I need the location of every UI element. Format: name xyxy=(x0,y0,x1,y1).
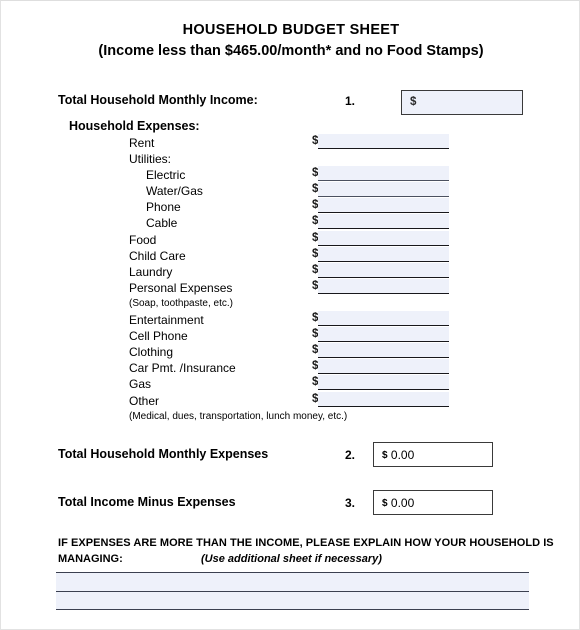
expense-label: Utilities: xyxy=(129,152,172,167)
expense-amount-input-line[interactable] xyxy=(318,214,449,230)
expense-amount-field[interactable]: $ xyxy=(312,198,449,214)
expense-row: Car Pmt. /Insurance $ xyxy=(1,359,580,376)
expense-rows-list: Rent $ Utilities: Electric $ Water/Gas $ Phone $… xyxy=(1,134,580,425)
expense-row: Entertainment $ xyxy=(1,311,580,328)
expense-amount-field[interactable]: $ xyxy=(312,311,449,327)
total-expenses-field[interactable]: $ 0.00 xyxy=(373,442,493,467)
expense-amount-input-line[interactable] xyxy=(318,391,449,407)
page-subtitle: (Income less than $465.00/month* and no … xyxy=(98,43,484,59)
expense-amount-input-line[interactable] xyxy=(318,134,449,149)
expense-label: Water/Gas xyxy=(146,184,203,199)
household-expenses-heading: Household Expenses: xyxy=(69,119,200,133)
expense-row: Electric $ xyxy=(1,166,580,183)
page-title: HOUSEHOLD BUDGET SHEET xyxy=(182,22,400,38)
dollar-sign-icon: $ xyxy=(382,450,388,461)
explanation-write-line-2[interactable] xyxy=(56,591,529,610)
expense-label: Personal Expenses xyxy=(129,280,233,295)
expense-amount-input-line[interactable] xyxy=(318,311,449,327)
expense-amount-field[interactable]: $ xyxy=(312,134,449,150)
expense-amount-input-line[interactable] xyxy=(318,359,449,375)
expense-label: Gas xyxy=(129,377,152,392)
expense-amount-field[interactable]: $ xyxy=(312,214,449,230)
expense-amount-field[interactable]: $ xyxy=(312,278,449,295)
budget-sheet-page: HOUSEHOLD BUDGET SHEET (Income less than… xyxy=(0,0,580,630)
expense-amount-input-line[interactable] xyxy=(318,375,449,391)
total-income-minus-expenses-value: 0.00 xyxy=(390,496,415,510)
expense-label: Clothing xyxy=(129,345,174,360)
expense-note-label: (Soap, toothpaste, etc.) xyxy=(129,297,233,309)
total-expenses-label: Total Household Monthly Expenses xyxy=(58,447,269,461)
expense-label: Food xyxy=(129,232,157,247)
expense-note-row: (Soap, toothpaste, etc.) xyxy=(1,296,580,312)
expense-label: Entertainment xyxy=(129,313,204,328)
expense-amount-input-line[interactable] xyxy=(318,166,449,182)
expense-label: Cable xyxy=(146,216,178,231)
explanation-line-1: IF EXPENSES ARE MORE THAN THE INCOME, PL… xyxy=(58,537,554,549)
expense-row: Rent $ xyxy=(1,134,580,151)
expense-row: Food $ xyxy=(1,230,580,248)
expense-label: Car Pmt. /Insurance xyxy=(129,361,236,376)
total-income-minus-expenses-value-wrap: $ 0.00 xyxy=(382,496,414,510)
expense-amount-field[interactable]: $ xyxy=(312,246,449,263)
expense-amount-field[interactable]: $ xyxy=(312,327,449,343)
expense-label: Electric xyxy=(146,168,186,183)
expense-amount-field[interactable]: $ xyxy=(312,182,449,198)
total-income-marker: 1. xyxy=(345,94,356,108)
expense-amount-field[interactable]: $ xyxy=(312,262,449,279)
expense-note-label: (Medical, dues, transportation, lunch mo… xyxy=(129,410,348,422)
total-expenses-marker: 2. xyxy=(345,448,356,462)
expense-amount-input-line[interactable] xyxy=(318,278,449,294)
expense-amount-input-line[interactable] xyxy=(318,262,449,278)
total-income-minus-expenses-field[interactable]: $ 0.00 xyxy=(373,490,493,515)
total-income-minus-expenses-marker: 3. xyxy=(345,496,356,510)
expense-row: Child Care $ xyxy=(1,246,580,264)
total-income-field[interactable]: $ xyxy=(401,90,523,115)
dollar-sign-icon: $ xyxy=(410,96,417,108)
expense-row: Laundry $ xyxy=(1,262,580,280)
expense-amount-field[interactable]: $ xyxy=(312,343,449,359)
total-expenses-value: 0.00 xyxy=(390,448,415,462)
expense-note-row: (Medical, dues, transportation, lunch mo… xyxy=(1,409,580,425)
expense-label: Phone xyxy=(146,200,181,215)
expense-label: Child Care xyxy=(129,248,186,263)
explanation-write-line-1[interactable] xyxy=(56,572,529,591)
total-income-label: Total Household Monthly Income: xyxy=(58,93,258,107)
expense-amount-input-line[interactable] xyxy=(318,230,449,246)
explanation-line-2: MANAGING: xyxy=(58,553,123,565)
expense-row: Personal Expenses $ xyxy=(1,278,580,296)
expense-amount-input-line[interactable] xyxy=(318,246,449,262)
total-expenses-value-wrap: $ 0.00 xyxy=(382,448,414,462)
expense-amount-input-line[interactable] xyxy=(318,198,449,214)
expense-row: Other $ xyxy=(1,391,580,409)
expense-amount-input-line[interactable] xyxy=(318,327,449,343)
explanation-hint: (Use additional sheet if necessary) xyxy=(201,553,382,565)
expense-row: Gas $ xyxy=(1,375,580,392)
expense-row: Cable $ xyxy=(1,214,580,231)
expense-label: Other xyxy=(129,393,160,408)
expense-row: Clothing $ xyxy=(1,343,580,360)
expense-row: Cell Phone $ xyxy=(1,327,580,344)
total-income-minus-expenses-row: Total Income Minus Expenses 3. $ 0.00 xyxy=(1,490,580,516)
total-income-minus-expenses-label: Total Income Minus Expenses xyxy=(58,495,236,509)
expense-amount-field[interactable]: $ xyxy=(312,359,449,375)
expense-row: Utilities: xyxy=(1,151,580,167)
expense-amount-field[interactable]: $ xyxy=(312,230,449,247)
expense-amount-field[interactable]: $ xyxy=(312,375,449,391)
document-header: HOUSEHOLD BUDGET SHEET (Income less than… xyxy=(1,21,580,62)
expense-label: Laundry xyxy=(129,264,173,279)
expense-row: Water/Gas $ xyxy=(1,182,580,199)
expense-label: Rent xyxy=(129,136,155,150)
dollar-sign-icon: $ xyxy=(382,498,388,509)
expense-amount-input-line[interactable] xyxy=(318,343,449,359)
total-expenses-row: Total Household Monthly Expenses 2. $ 0.… xyxy=(1,442,580,468)
expense-label: Cell Phone xyxy=(129,329,188,344)
expense-amount-field[interactable]: $ xyxy=(312,391,449,408)
expense-amount-input-line[interactable] xyxy=(318,182,449,198)
total-income-row: Total Household Monthly Income: 1. $ xyxy=(1,90,580,116)
expense-amount-field[interactable]: $ xyxy=(312,166,449,182)
expense-row: Phone $ xyxy=(1,198,580,215)
